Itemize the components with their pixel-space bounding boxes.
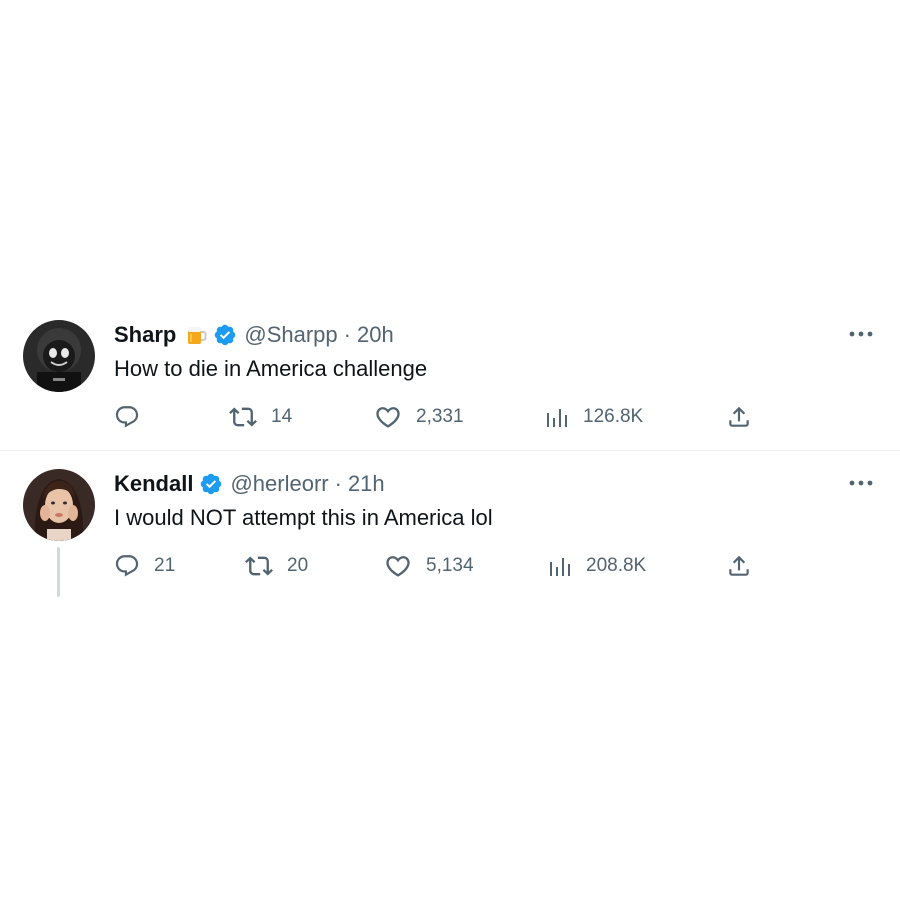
tweet-header: Sharp @Sharpp · 20h: [114, 320, 394, 350]
separator-dot: ·: [343, 322, 351, 347]
reply-icon: [115, 406, 139, 428]
verified-badge-icon[interactable]: [213, 323, 237, 347]
share-icon: [729, 406, 749, 427]
views-button[interactable]: 126.8K: [545, 402, 643, 432]
avatar-kendall[interactable]: [23, 469, 95, 541]
avatar-sharp-image: [23, 320, 95, 392]
like-count: 5,134: [426, 555, 474, 576]
share-icon: [729, 555, 749, 576]
tweet-header: Kendall @herleorr · 21h: [114, 469, 385, 499]
retweet-count: 14: [271, 406, 293, 427]
views-button[interactable]: 208.8K: [548, 551, 646, 581]
beer-mug-icon: [185, 324, 207, 346]
retweet-count: 20: [287, 555, 309, 576]
more-options-icon: [849, 480, 873, 486]
display-name[interactable]: Kendall: [114, 469, 193, 499]
more-options-button[interactable]: [848, 322, 874, 346]
share-button[interactable]: [726, 402, 752, 432]
user-handle[interactable]: @herleorr: [230, 469, 328, 499]
separator-dot: ·: [334, 471, 342, 496]
retweet-icon: [245, 556, 273, 576]
reply-icon: [115, 555, 139, 577]
like-button[interactable]: 5,134: [384, 551, 474, 581]
views-icon: [550, 558, 570, 576]
timestamp[interactable]: 21h: [348, 469, 385, 499]
heart-icon: [376, 407, 400, 428]
tweet-kendall[interactable]: Kendall @herleorr · 21h I would NOT atte…: [0, 467, 900, 607]
like-button[interactable]: 2,331: [374, 402, 464, 432]
verified-badge-icon[interactable]: [199, 472, 223, 496]
reply-count: 21: [154, 555, 176, 576]
tweet-divider: [0, 450, 900, 451]
tweet-text: I would NOT attempt this in America lol: [114, 505, 493, 530]
reply-button[interactable]: 21: [114, 551, 175, 581]
thread-line: [57, 547, 60, 597]
timestamp[interactable]: 20h: [357, 320, 394, 350]
retweet-icon: [229, 407, 257, 427]
avatar-kendall-image: [23, 469, 95, 541]
retweet-button[interactable]: 14: [229, 402, 292, 432]
more-options-icon: [849, 331, 873, 337]
views-count: 208.8K: [586, 555, 647, 576]
like-count: 2,331: [416, 406, 464, 427]
reply-button[interactable]: [114, 402, 154, 432]
avatar-sharp[interactable]: [23, 320, 95, 392]
views-count: 126.8K: [583, 406, 644, 427]
tweet-sharp[interactable]: Sharp @Sharpp · 20h How to die in Americ…: [0, 318, 900, 450]
user-handle[interactable]: @Sharpp: [244, 320, 337, 350]
views-icon: [547, 409, 567, 427]
retweet-button[interactable]: 20: [245, 551, 308, 581]
tweet-text: How to die in America challenge: [114, 356, 428, 381]
heart-icon: [386, 556, 410, 577]
display-name[interactable]: Sharp: [114, 320, 176, 350]
more-options-button[interactable]: [848, 471, 874, 495]
share-button[interactable]: [726, 551, 752, 581]
